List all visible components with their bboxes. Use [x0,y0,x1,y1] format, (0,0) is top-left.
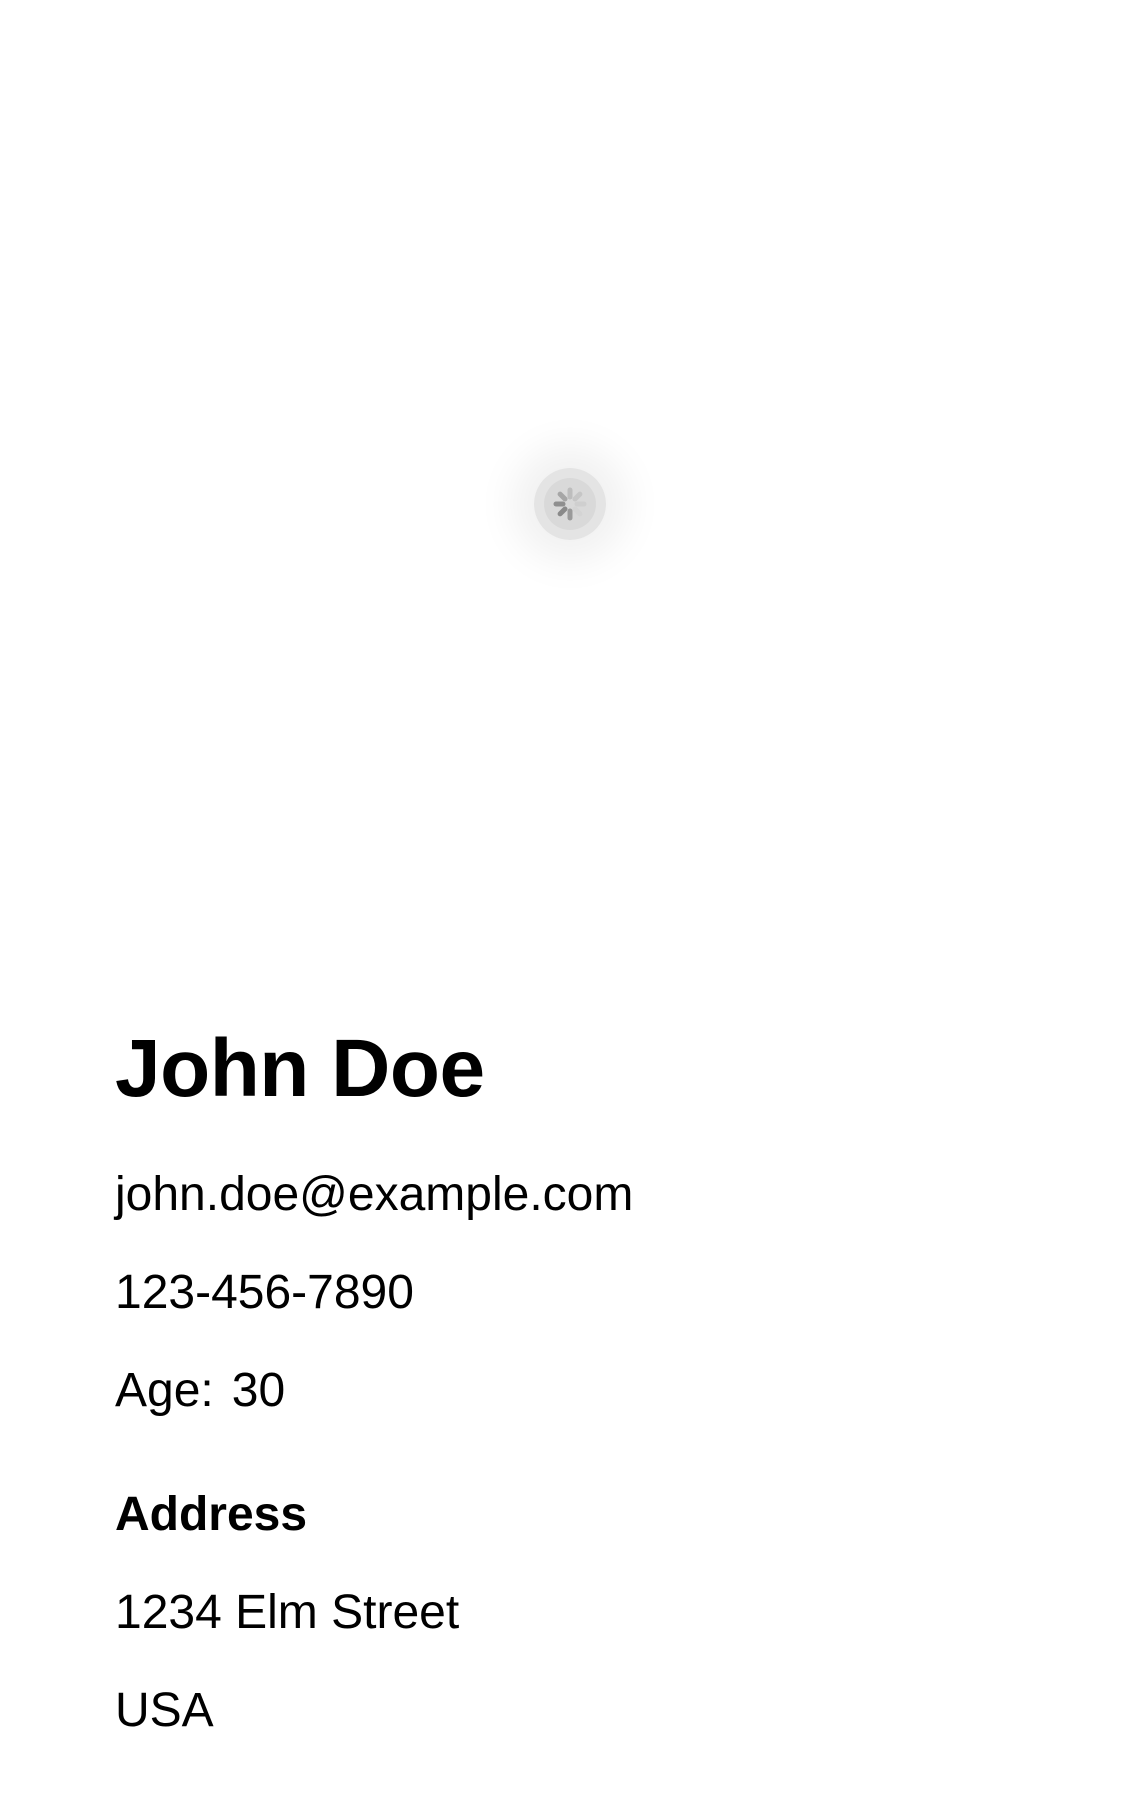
age-value: 30 [231,1364,286,1417]
address-heading: Address [115,1488,308,1541]
profile-age: Age: 30 [115,1362,1015,1420]
loading-spinner-icon [553,487,587,521]
address-country: USA [115,1684,214,1737]
address-street: 1234 Elm Street [115,1586,460,1639]
profile-email: john.doe@example.com [115,1168,634,1221]
image-placeholder-area [0,0,1125,950]
age-label: Age: [115,1364,214,1417]
profile-name: John Doe [115,1023,485,1114]
profile-phone: 123-456-7890 [115,1266,414,1319]
loading-spinner [534,468,606,540]
profile-card: John Doe john.doe@example.com 123-456-78… [115,1020,1015,1740]
